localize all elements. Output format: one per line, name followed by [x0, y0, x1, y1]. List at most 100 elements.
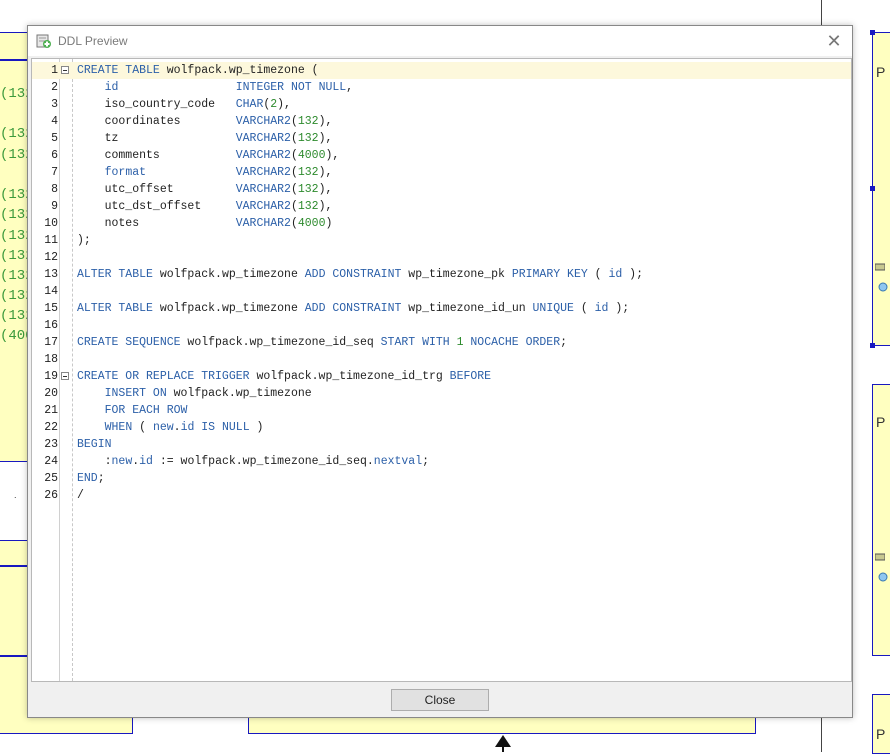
code-line[interactable]: 11); — [32, 232, 851, 249]
fold-toggle-icon[interactable] — [61, 66, 69, 74]
code-line[interactable]: 15 ALTER TABLE wolfpack.wp_timezone ADD C… — [32, 300, 851, 317]
line-number: 14 — [44, 285, 58, 298]
dialog-titlebar[interactable]: DDL Preview ✕ — [28, 26, 852, 56]
fold-toggle-icon[interactable] — [61, 372, 69, 380]
code-line[interactable]: 22 WHEN ( new.id IS NULL ) — [32, 419, 851, 436]
diagram-table-right-bottom[interactable] — [872, 694, 890, 754]
code-text: comments VARCHAR2(4000), — [77, 149, 340, 162]
ddl-code-editor[interactable]: 1 CREATE TABLE wolfpack.wp_timezone ( 2 id… — [31, 58, 852, 682]
code-line[interactable]: 14 — [32, 283, 851, 300]
code-text: CREATE TABLE wolfpack.wp_timezone ( — [77, 64, 319, 77]
ddl-preview-icon — [36, 34, 51, 48]
line-number: 22 — [44, 421, 58, 434]
key-icon — [875, 553, 885, 561]
ddl-preview-dialog: DDL Preview ✕ 1 CREATE TABLE wolfpack.wp_… — [27, 25, 853, 718]
code-line[interactable]: 4 coordinates VARCHAR2(132), — [32, 113, 851, 130]
code-line[interactable]: 2 id INTEGER NOT NULL, — [32, 79, 851, 96]
primary-key-marker: P — [876, 726, 886, 742]
diagram-dot: . — [14, 490, 17, 500]
code-text: format VARCHAR2(132), — [104, 166, 333, 179]
code-text: notes VARCHAR2(4000) — [77, 217, 333, 230]
line-number: 24 — [44, 455, 58, 468]
close-button[interactable]: Close — [391, 689, 489, 711]
code-text: / — [77, 489, 84, 502]
line-number: 17 — [44, 336, 58, 349]
code-text: INSERT ON wolfpack.wp_timezone — [104, 387, 312, 400]
code-line[interactable]: 6 comments VARCHAR2(4000), — [32, 147, 851, 164]
line-number: 2 — [51, 81, 58, 94]
line-number: 5 — [51, 132, 58, 145]
primary-key-marker: P — [876, 64, 886, 80]
code-line[interactable]: 7 format VARCHAR2(132), — [32, 164, 851, 181]
code-text: ALTER TABLE wolfpack.wp_timezone ADD CON… — [77, 302, 630, 315]
code-text: BEGIN — [77, 438, 112, 451]
index-icon — [878, 572, 888, 582]
code-text: ALTER TABLE wolfpack.wp_timezone ADD CON… — [77, 268, 643, 281]
index-icon — [878, 282, 888, 292]
code-line[interactable]: 3 iso_country_code CHAR(2), — [32, 96, 851, 113]
line-number: 1 — [51, 64, 58, 77]
code-line[interactable]: 12 — [32, 249, 851, 266]
line-number: 21 — [44, 404, 58, 417]
key-icon — [875, 263, 885, 271]
code-text: utc_dst_offset VARCHAR2(132), — [77, 200, 333, 213]
line-number: 8 — [51, 183, 58, 196]
line-number: 7 — [51, 166, 58, 179]
code-text: tz VARCHAR2(132), — [77, 132, 333, 145]
line-number: 20 — [44, 387, 58, 400]
code-line[interactable]: 19 CREATE OR REPLACE TRIGGER wolfpack.wp_… — [32, 368, 851, 385]
primary-key-marker: P — [876, 414, 886, 430]
relationship-arrow-icon — [495, 735, 511, 752]
code-text: CREATE OR REPLACE TRIGGER wolfpack.wp_ti… — [77, 370, 492, 383]
code-line[interactable]: 24 :new.id := wolfpack.wp_timezone_id_se… — [32, 453, 851, 470]
line-number: 23 — [44, 438, 58, 451]
code-text: iso_country_code CHAR(2), — [77, 98, 291, 111]
code-line[interactable]: 9 utc_dst_offset VARCHAR2(132), — [32, 198, 851, 215]
code-line[interactable]: 20 INSERT ON wolfpack.wp_timezone — [32, 385, 851, 402]
close-icon[interactable]: ✕ — [824, 31, 844, 51]
line-number: 19 — [44, 370, 58, 383]
code-line[interactable]: 26 / — [32, 487, 851, 504]
diagram-connector-line — [821, 718, 822, 752]
line-number: 3 — [51, 98, 58, 111]
code-line[interactable]: 1 CREATE TABLE wolfpack.wp_timezone ( — [32, 62, 851, 79]
selection-handle[interactable] — [870, 30, 875, 35]
diagram-table-left-top[interactable] — [0, 32, 28, 60]
line-number: 10 — [44, 217, 58, 230]
code-text: FOR EACH ROW — [104, 404, 188, 417]
code-text: coordinates VARCHAR2(132), — [77, 115, 333, 128]
line-number: 12 — [44, 251, 58, 264]
code-line[interactable]: 23 BEGIN — [32, 436, 851, 453]
code-line[interactable]: 25 END; — [32, 470, 851, 487]
selection-handle[interactable] — [870, 186, 875, 191]
code-text: id INTEGER NOT NULL, — [104, 81, 354, 94]
code-text: WHEN ( new.id IS NULL ) — [104, 421, 264, 434]
code-line[interactable]: 21 FOR EACH ROW — [32, 402, 851, 419]
line-number: 25 — [44, 472, 58, 485]
code-line[interactable]: 17 CREATE SEQUENCE wolfpack.wp_timezone_i… — [32, 334, 851, 351]
code-text: utc_offset VARCHAR2(132), — [77, 183, 333, 196]
code-line[interactable]: 16 — [32, 317, 851, 334]
diagram-table-left-lower[interactable] — [0, 540, 28, 566]
code-line[interactable]: 13 ALTER TABLE wolfpack.wp_timezone ADD C… — [32, 266, 851, 283]
code-text: :new.id := wolfpack.wp_timezone_id_seq.n… — [77, 455, 430, 468]
line-number: 15 — [44, 302, 58, 315]
dialog-title: DDL Preview — [58, 34, 128, 48]
code-line[interactable]: 10 notes VARCHAR2(4000) — [32, 215, 851, 232]
line-number: 18 — [44, 353, 58, 366]
code-text: ); — [77, 234, 91, 247]
line-number: 26 — [44, 489, 58, 502]
line-number: 6 — [51, 149, 58, 162]
line-number: 4 — [51, 115, 58, 128]
line-number: 16 — [44, 319, 58, 332]
line-number: 11 — [44, 234, 58, 247]
code-text: END; — [77, 472, 105, 485]
diagram-table-left-bottom[interactable] — [0, 566, 28, 656]
code-text: CREATE SEQUENCE wolfpack.wp_timezone_id_… — [77, 336, 568, 349]
line-number: 13 — [44, 268, 58, 281]
code-line[interactable]: 5 tz VARCHAR2(132), — [32, 130, 851, 147]
selection-handle[interactable] — [870, 343, 875, 348]
line-number: 9 — [51, 200, 58, 213]
code-line[interactable]: 8 utc_offset VARCHAR2(132), — [32, 181, 851, 198]
code-line[interactable]: 18 — [32, 351, 851, 368]
